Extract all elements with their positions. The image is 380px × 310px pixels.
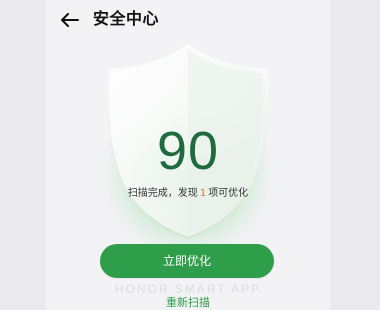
optimize-button[interactable]: 立即优化 bbox=[100, 244, 274, 278]
rescan-button[interactable]: 重新扫描 bbox=[46, 294, 330, 310]
page-title: 安全中心 bbox=[93, 9, 160, 28]
summary-suffix: 项可优化 bbox=[208, 188, 249, 199]
issue-count: 1 bbox=[199, 188, 207, 199]
security-score: 90 bbox=[156, 121, 220, 181]
scan-summary: 扫描完成，发现 1 项可优化 bbox=[46, 187, 330, 201]
summary-prefix: 扫描完成，发现 bbox=[127, 188, 198, 199]
back-button[interactable] bbox=[58, 8, 82, 32]
security-center-screen: 安全中心 90 扫描完成，发现 1 项可优化 立即优化 HONOR SMART … bbox=[46, 0, 330, 310]
arrow-left-icon bbox=[61, 13, 79, 27]
security-shield: 90 扫描完成，发现 1 项可优化 bbox=[46, 32, 330, 252]
